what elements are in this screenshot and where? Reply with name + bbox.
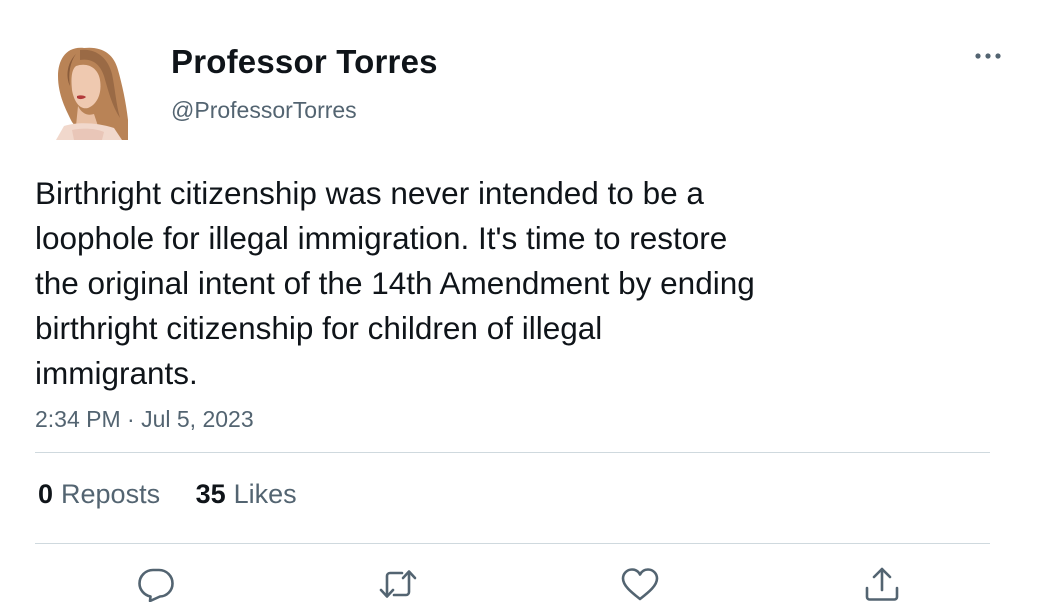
tweet-text-line: Birthright citizenship was never intende… — [35, 175, 704, 211]
tweet-text-line: the original intent of the 14th Amendmen… — [35, 265, 755, 301]
repost-button[interactable] — [378, 566, 418, 602]
engagement-stats: 0 Reposts 35 Likes — [38, 478, 297, 510]
avatar-photo — [36, 40, 136, 140]
like-button[interactable] — [620, 566, 660, 602]
tweet-text-line: immigrants. — [35, 355, 198, 391]
reply-icon — [138, 568, 174, 602]
repost-icon — [379, 570, 417, 598]
reposts-label: Reposts — [61, 479, 161, 509]
reposts-stat[interactable]: 0 Reposts — [38, 478, 160, 510]
likes-count: 35 — [195, 479, 226, 509]
tweet-text: Birthright citizenship was never intende… — [35, 171, 885, 396]
likes-label: Likes — [233, 479, 297, 509]
author-handle[interactable]: @ProfessorTorres — [171, 96, 357, 124]
divider — [35, 452, 990, 453]
tweet-text-line: loophole for illegal immigration. It's t… — [35, 220, 728, 256]
divider — [35, 543, 990, 544]
avatar[interactable] — [36, 40, 136, 140]
tweet-text-line: birthright citizenship for children of i… — [35, 310, 603, 346]
timestamp[interactable]: 2:34 PM · Jul 5, 2023 — [35, 405, 254, 433]
heart-icon — [621, 568, 659, 601]
more-options-button[interactable] — [970, 42, 1006, 70]
likes-stat[interactable]: 35 Likes — [196, 478, 297, 510]
more-horizontal-icon — [975, 53, 1001, 59]
share-icon — [865, 567, 899, 601]
tweet-card: Professor Torres @ProfessorTorres Birthr… — [0, 0, 1050, 615]
author-name[interactable]: Professor Torres — [171, 42, 438, 82]
reply-button[interactable] — [136, 566, 176, 602]
share-button[interactable] — [862, 566, 902, 602]
reposts-count: 0 — [38, 479, 54, 509]
